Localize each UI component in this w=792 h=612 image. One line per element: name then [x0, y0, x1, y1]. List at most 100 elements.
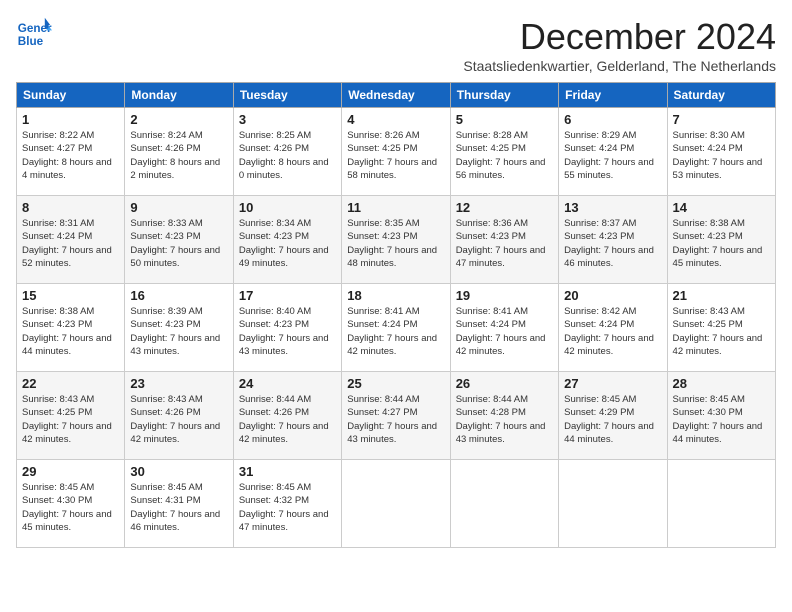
- day-info: Sunrise: 8:44 AMSunset: 4:26 PMDaylight:…: [239, 393, 336, 446]
- day-number: 24: [239, 376, 336, 391]
- day-info: Sunrise: 8:22 AMSunset: 4:27 PMDaylight:…: [22, 129, 119, 182]
- day-info: Sunrise: 8:43 AMSunset: 4:25 PMDaylight:…: [673, 305, 770, 358]
- day-number: 20: [564, 288, 661, 303]
- day-number: 31: [239, 464, 336, 479]
- day-number: 1: [22, 112, 119, 127]
- calendar-cell: 28Sunrise: 8:45 AMSunset: 4:30 PMDayligh…: [667, 372, 775, 460]
- calendar-cell: 5 Sunrise: 8:28 AMSunset: 4:25 PMDaylight…: [450, 108, 558, 196]
- day-info: Sunrise: 8:28 AMSunset: 4:25 PMDaylight:…: [456, 129, 553, 182]
- calendar-cell: 22Sunrise: 8:43 AMSunset: 4:25 PMDayligh…: [17, 372, 125, 460]
- calendar-cell: [667, 460, 775, 548]
- calendar-cell: 2 Sunrise: 8:24 AMSunset: 4:26 PMDaylight…: [125, 108, 233, 196]
- calendar-cell: 29 Sunrise: 8:45 AMSunset: 4:30 PMDayligh…: [17, 460, 125, 548]
- day-info: Sunrise: 8:35 AMSunset: 4:23 PMDaylight:…: [347, 217, 444, 270]
- day-info: Sunrise: 8:41 AMSunset: 4:24 PMDaylight:…: [347, 305, 444, 358]
- calendar-cell: 21 Sunrise: 8:43 AMSunset: 4:25 PMDayligh…: [667, 284, 775, 372]
- day-info: Sunrise: 8:45 AMSunset: 4:30 PMDaylight:…: [22, 481, 119, 534]
- day-number: 7: [673, 112, 770, 127]
- day-number: 6: [564, 112, 661, 127]
- col-header-wednesday: Wednesday: [342, 83, 450, 108]
- calendar-cell: 10 Sunrise: 8:34 AMSunset: 4:23 PMDayligh…: [233, 196, 341, 284]
- day-info: Sunrise: 8:42 AMSunset: 4:24 PMDaylight:…: [564, 305, 661, 358]
- day-info: Sunrise: 8:26 AMSunset: 4:25 PMDaylight:…: [347, 129, 444, 182]
- calendar-cell: 6Sunrise: 8:29 AMSunset: 4:24 PMDaylight…: [559, 108, 667, 196]
- calendar-table: SundayMondayTuesdayWednesdayThursdayFrid…: [16, 82, 776, 548]
- day-number: 23: [130, 376, 227, 391]
- calendar-cell: 16 Sunrise: 8:39 AMSunset: 4:23 PMDayligh…: [125, 284, 233, 372]
- day-info: Sunrise: 8:24 AMSunset: 4:26 PMDaylight:…: [130, 129, 227, 182]
- day-number: 28: [673, 376, 770, 391]
- day-number: 14: [673, 200, 770, 215]
- day-number: 18: [347, 288, 444, 303]
- day-info: Sunrise: 8:45 AMSunset: 4:32 PMDaylight:…: [239, 481, 336, 534]
- day-number: 10: [239, 200, 336, 215]
- col-header-sunday: Sunday: [17, 83, 125, 108]
- calendar-cell: 3 Sunrise: 8:25 AMSunset: 4:26 PMDaylight…: [233, 108, 341, 196]
- day-number: 16: [130, 288, 227, 303]
- page-header: General Blue December 2024 Staatsliedenk…: [16, 16, 776, 74]
- calendar-cell: 23 Sunrise: 8:43 AMSunset: 4:26 PMDayligh…: [125, 372, 233, 460]
- day-info: Sunrise: 8:38 AMSunset: 4:23 PMDaylight:…: [673, 217, 770, 270]
- calendar-week-1: 1 Sunrise: 8:22 AMSunset: 4:27 PMDaylight…: [17, 108, 776, 196]
- day-info: Sunrise: 8:38 AMSunset: 4:23 PMDaylight:…: [22, 305, 119, 358]
- calendar-cell: 14 Sunrise: 8:38 AMSunset: 4:23 PMDayligh…: [667, 196, 775, 284]
- calendar-cell: 17 Sunrise: 8:40 AMSunset: 4:23 PMDayligh…: [233, 284, 341, 372]
- day-number: 3: [239, 112, 336, 127]
- col-header-thursday: Thursday: [450, 83, 558, 108]
- day-number: 29: [22, 464, 119, 479]
- calendar-cell: 7 Sunrise: 8:30 AMSunset: 4:24 PMDaylight…: [667, 108, 775, 196]
- calendar-cell: 4 Sunrise: 8:26 AMSunset: 4:25 PMDaylight…: [342, 108, 450, 196]
- day-number: 26: [456, 376, 553, 391]
- day-info: Sunrise: 8:43 AMSunset: 4:26 PMDaylight:…: [130, 393, 227, 446]
- calendar-cell: 19 Sunrise: 8:41 AMSunset: 4:24 PMDayligh…: [450, 284, 558, 372]
- calendar-cell: 30 Sunrise: 8:45 AMSunset: 4:31 PMDayligh…: [125, 460, 233, 548]
- calendar-cell: 12 Sunrise: 8:36 AMSunset: 4:23 PMDayligh…: [450, 196, 558, 284]
- day-number: 27: [564, 376, 661, 391]
- calendar-week-5: 29 Sunrise: 8:45 AMSunset: 4:30 PMDayligh…: [17, 460, 776, 548]
- calendar-cell: 20 Sunrise: 8:42 AMSunset: 4:24 PMDayligh…: [559, 284, 667, 372]
- calendar-cell: 9Sunrise: 8:33 AMSunset: 4:23 PMDaylight…: [125, 196, 233, 284]
- calendar-cell: 31 Sunrise: 8:45 AMSunset: 4:32 PMDayligh…: [233, 460, 341, 548]
- calendar-cell: 11 Sunrise: 8:35 AMSunset: 4:23 PMDayligh…: [342, 196, 450, 284]
- day-info: Sunrise: 8:45 AMSunset: 4:31 PMDaylight:…: [130, 481, 227, 534]
- day-number: 4: [347, 112, 444, 127]
- day-info: Sunrise: 8:44 AMSunset: 4:28 PMDaylight:…: [456, 393, 553, 446]
- col-header-tuesday: Tuesday: [233, 83, 341, 108]
- logo-icon: General Blue: [16, 16, 52, 52]
- month-title: December 2024: [463, 16, 776, 58]
- day-number: 25: [347, 376, 444, 391]
- calendar-week-4: 22Sunrise: 8:43 AMSunset: 4:25 PMDayligh…: [17, 372, 776, 460]
- day-number: 11: [347, 200, 444, 215]
- day-info: Sunrise: 8:39 AMSunset: 4:23 PMDaylight:…: [130, 305, 227, 358]
- svg-text:Blue: Blue: [18, 35, 44, 48]
- day-number: 5: [456, 112, 553, 127]
- day-info: Sunrise: 8:33 AMSunset: 4:23 PMDaylight:…: [130, 217, 227, 270]
- day-info: Sunrise: 8:37 AMSunset: 4:23 PMDaylight:…: [564, 217, 661, 270]
- day-number: 21: [673, 288, 770, 303]
- calendar-cell: 1 Sunrise: 8:22 AMSunset: 4:27 PMDaylight…: [17, 108, 125, 196]
- day-number: 13: [564, 200, 661, 215]
- logo: General Blue: [16, 16, 52, 52]
- day-info: Sunrise: 8:25 AMSunset: 4:26 PMDaylight:…: [239, 129, 336, 182]
- day-number: 19: [456, 288, 553, 303]
- day-number: 2: [130, 112, 227, 127]
- day-info: Sunrise: 8:41 AMSunset: 4:24 PMDaylight:…: [456, 305, 553, 358]
- day-info: Sunrise: 8:31 AMSunset: 4:24 PMDaylight:…: [22, 217, 119, 270]
- day-number: 30: [130, 464, 227, 479]
- day-info: Sunrise: 8:36 AMSunset: 4:23 PMDaylight:…: [456, 217, 553, 270]
- calendar-week-2: 8 Sunrise: 8:31 AMSunset: 4:24 PMDaylight…: [17, 196, 776, 284]
- day-info: Sunrise: 8:45 AMSunset: 4:29 PMDaylight:…: [564, 393, 661, 446]
- day-info: Sunrise: 8:34 AMSunset: 4:23 PMDaylight:…: [239, 217, 336, 270]
- day-number: 17: [239, 288, 336, 303]
- day-info: Sunrise: 8:30 AMSunset: 4:24 PMDaylight:…: [673, 129, 770, 182]
- calendar-cell: 24 Sunrise: 8:44 AMSunset: 4:26 PMDayligh…: [233, 372, 341, 460]
- day-number: 12: [456, 200, 553, 215]
- calendar-cell: [450, 460, 558, 548]
- col-header-friday: Friday: [559, 83, 667, 108]
- col-header-monday: Monday: [125, 83, 233, 108]
- calendar-cell: 25Sunrise: 8:44 AMSunset: 4:27 PMDayligh…: [342, 372, 450, 460]
- day-number: 15: [22, 288, 119, 303]
- calendar-cell: 8 Sunrise: 8:31 AMSunset: 4:24 PMDaylight…: [17, 196, 125, 284]
- day-number: 8: [22, 200, 119, 215]
- day-info: Sunrise: 8:40 AMSunset: 4:23 PMDaylight:…: [239, 305, 336, 358]
